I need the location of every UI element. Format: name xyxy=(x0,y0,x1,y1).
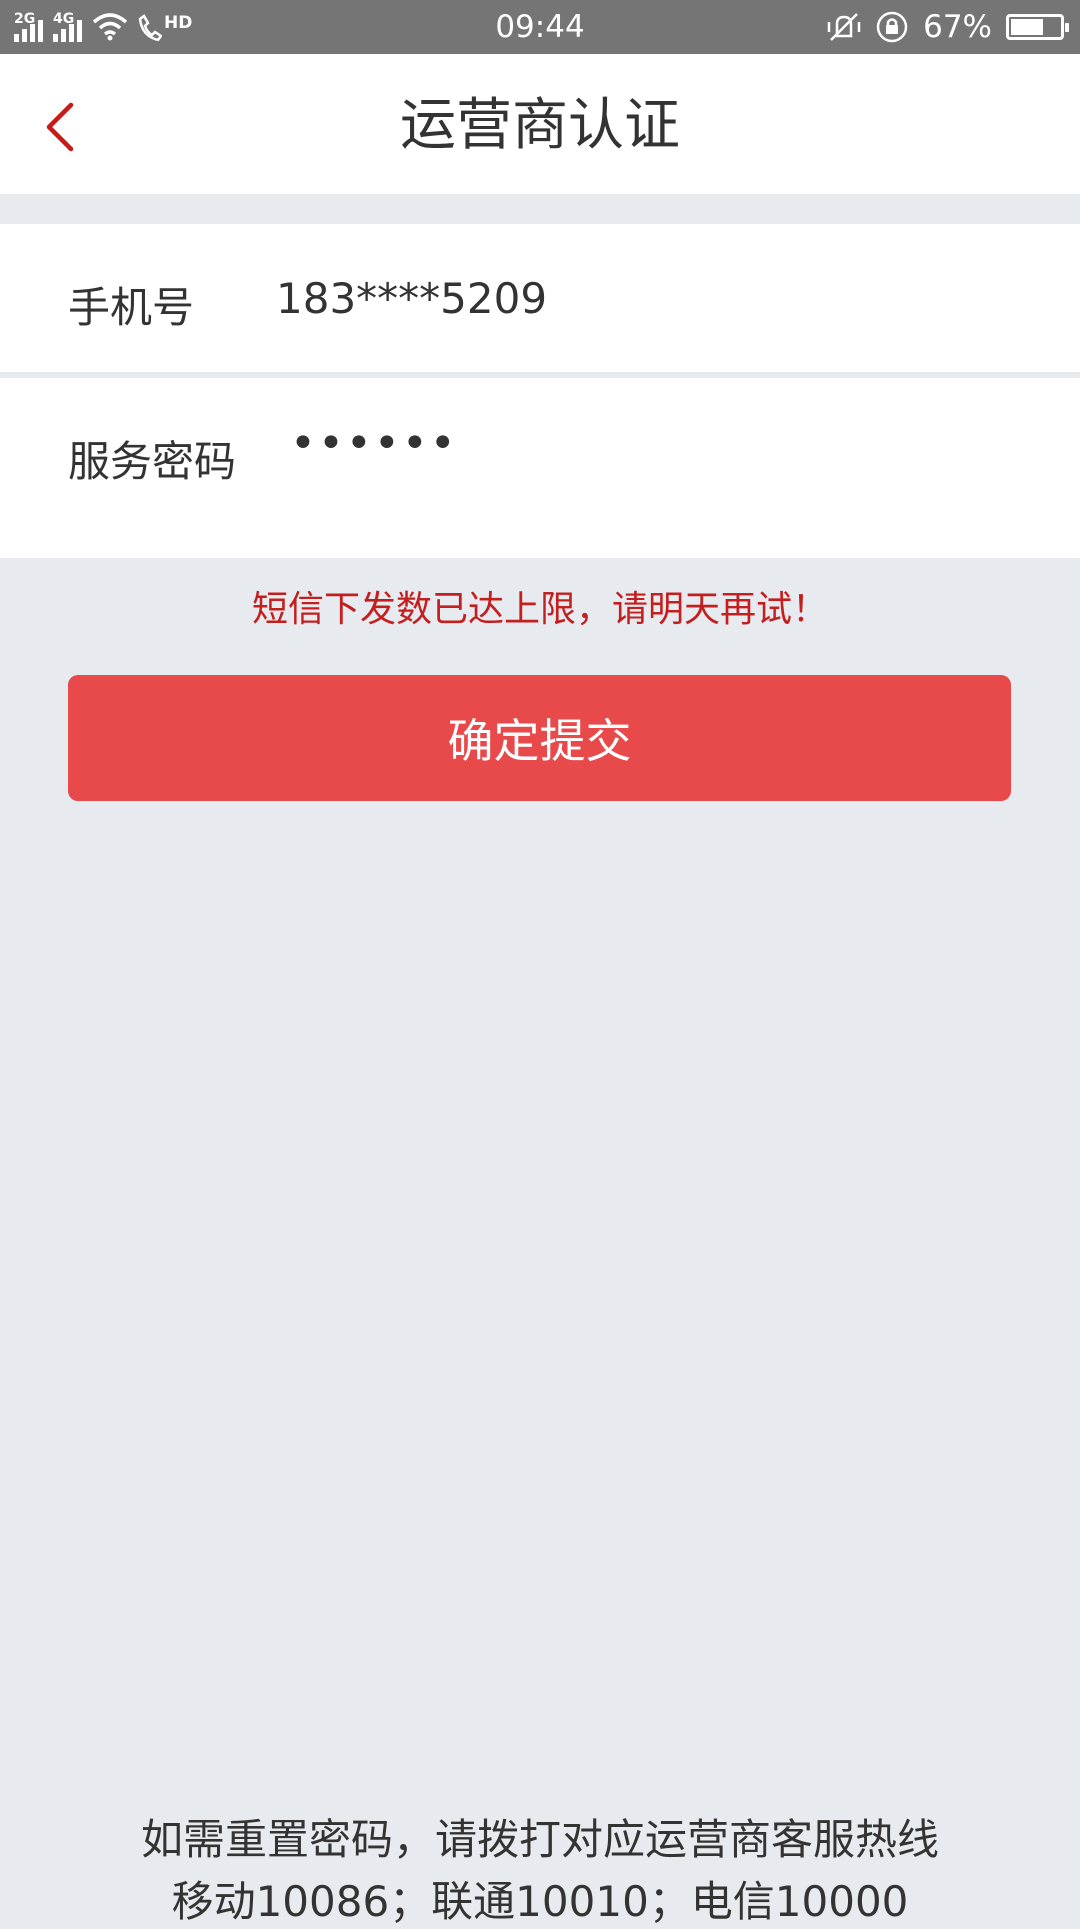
phone-field[interactable]: 手机号 183****5209 xyxy=(0,224,1080,374)
vibrate-mute-icon xyxy=(827,13,861,41)
page-title: 运营商认证 xyxy=(400,93,680,158)
battery-fill xyxy=(1011,19,1044,35)
nav-bar: 运营商认证 xyxy=(0,54,1080,194)
error-message: 短信下发数已达上限，请明天再试！ xyxy=(251,589,828,630)
password-label: 服务密码 xyxy=(68,437,237,486)
password-field[interactable]: 服务密码 •••••• xyxy=(0,378,1080,558)
phone-input[interactable]: 183****5209 xyxy=(276,274,547,323)
footer-hint: 如需重置密码，请拨打对应运营商客服热线 xyxy=(140,1815,939,1864)
status-right: 67% xyxy=(827,8,1069,46)
submit-button[interactable]: 确定提交 xyxy=(68,675,1011,801)
rotation-lock-icon xyxy=(876,11,908,43)
battery-icon xyxy=(1006,14,1069,40)
phone-label: 手机号 xyxy=(68,283,195,332)
password-input[interactable]: •••••• xyxy=(290,418,458,469)
battery-percent: 67% xyxy=(923,9,992,45)
status-bar: 2G 4G HD 09:44 67% xyxy=(0,0,1080,54)
